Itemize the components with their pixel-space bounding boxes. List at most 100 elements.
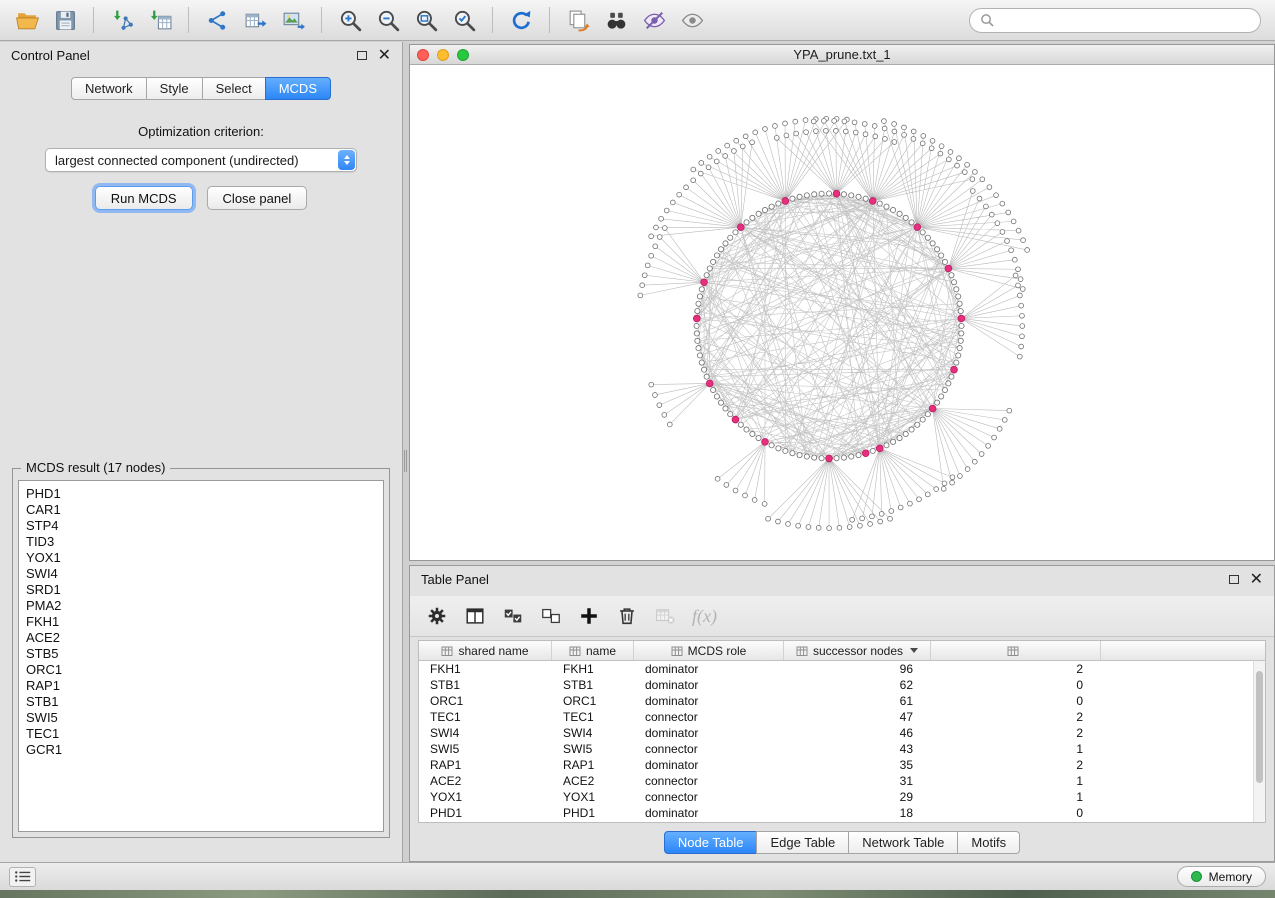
tab-motifs[interactable]: Motifs — [957, 831, 1020, 854]
table-row[interactable]: ORC1ORC1dominator610 — [419, 693, 1253, 709]
table-row[interactable]: YOX1YOX1connector291 — [419, 789, 1253, 805]
open-file-button[interactable] — [10, 5, 44, 35]
float-panel-icon[interactable] — [357, 51, 367, 60]
mcds-result-item[interactable]: SWI4 — [26, 566, 383, 582]
network-canvas[interactable] — [410, 65, 1274, 560]
mcds-result-list[interactable]: PHD1CAR1STP4TID3YOX1SWI4SRD1PMA2FKH1ACE2… — [18, 480, 384, 832]
mcds-result-item[interactable]: CAR1 — [26, 502, 383, 518]
float-table-panel-icon[interactable] — [1229, 575, 1239, 584]
table-toolbar: f(x) — [410, 596, 1274, 637]
table-row[interactable]: FKH1FKH1dominator962 — [419, 661, 1253, 677]
delete-column-icon[interactable] — [616, 605, 638, 627]
search-input[interactable] — [1000, 13, 1250, 27]
tab-edge-table[interactable]: Edge Table — [756, 831, 849, 854]
tab-style[interactable]: Style — [146, 77, 203, 100]
mcds-result-item[interactable]: SWI5 — [26, 710, 383, 726]
table-cell: YOX1 — [552, 789, 634, 805]
mcds-result-item[interactable]: TID3 — [26, 534, 383, 550]
mcds-result-item[interactable]: STB1 — [26, 694, 383, 710]
mcds-result-item[interactable]: YOX1 — [26, 550, 383, 566]
table-scrollbar[interactable] — [1253, 661, 1265, 822]
memory-status-icon — [1191, 871, 1202, 882]
export-network-button[interactable] — [200, 5, 234, 35]
show-all-button[interactable] — [675, 5, 709, 35]
status-menu-button[interactable] — [9, 867, 36, 887]
table-row[interactable]: SWI4SWI4dominator462 — [419, 725, 1253, 741]
toolbar-separator — [492, 7, 493, 33]
close-table-panel-icon[interactable]: ✕ — [1250, 572, 1263, 588]
memory-button[interactable]: Memory — [1177, 866, 1266, 887]
tab-network-table[interactable]: Network Table — [848, 831, 958, 854]
table-cell: connector — [634, 709, 784, 725]
mcds-result-item[interactable]: STP4 — [26, 518, 383, 534]
table-cell: TEC1 — [552, 709, 634, 725]
close-panel-icon[interactable]: ✕ — [378, 48, 391, 64]
tab-network[interactable]: Network — [71, 77, 147, 100]
find-button[interactable] — [599, 5, 633, 35]
refresh-view-button[interactable] — [504, 5, 538, 35]
table-scrollbar-thumb[interactable] — [1256, 671, 1263, 783]
table-cell: 18 — [784, 805, 931, 821]
table-row[interactable]: SWI5SWI5connector431 — [419, 741, 1253, 757]
select-all-rows-icon[interactable] — [502, 605, 524, 627]
mcds-result-item[interactable]: PMA2 — [26, 598, 383, 614]
hide-selected-button[interactable] — [637, 5, 671, 35]
show-columns-icon[interactable] — [464, 605, 486, 627]
mcds-result-item[interactable]: ACE2 — [26, 630, 383, 646]
table-cell: PHD1 — [552, 805, 634, 821]
mcds-result-item[interactable]: ORC1 — [26, 662, 383, 678]
table-cell: connector — [634, 773, 784, 789]
import-network-button[interactable] — [105, 5, 139, 35]
mcds-result-item[interactable]: FKH1 — [26, 614, 383, 630]
mcds-result-title: MCDS result (17 nodes) — [21, 460, 170, 475]
mcds-result-item[interactable]: RAP1 — [26, 678, 383, 694]
window-zoom-icon[interactable] — [457, 49, 469, 61]
list-menu-icon — [14, 870, 32, 883]
export-image-button[interactable] — [276, 5, 310, 35]
search-box[interactable] — [969, 8, 1261, 33]
mcds-result-item[interactable]: TEC1 — [26, 726, 383, 742]
mcds-result-item[interactable]: PHD1 — [26, 486, 383, 502]
table-row[interactable]: STB1STB1dominator620 — [419, 677, 1253, 693]
run-mcds-button[interactable]: Run MCDS — [95, 186, 193, 210]
mcds-result-item[interactable]: SRD1 — [26, 582, 383, 598]
network-view-window: YPA_prune.txt_1 — [409, 44, 1275, 561]
column-grid-icon — [671, 645, 683, 657]
table-cell: 0 — [931, 693, 1101, 709]
table-cell: SWI4 — [419, 725, 552, 741]
table-row[interactable]: ACE2ACE2connector311 — [419, 773, 1253, 789]
tab-select[interactable]: Select — [202, 77, 266, 100]
table-row[interactable]: PHD1PHD1dominator180 — [419, 805, 1253, 821]
window-close-icon[interactable] — [417, 49, 429, 61]
window-minimize-icon[interactable] — [437, 49, 449, 61]
column-header-name[interactable]: name — [552, 641, 634, 660]
table-row[interactable]: RAP1RAP1dominator352 — [419, 757, 1253, 773]
table-cell: ACE2 — [419, 773, 552, 789]
add-column-icon[interactable] — [578, 605, 600, 627]
export-table-button[interactable] — [238, 5, 272, 35]
deselect-all-rows-icon[interactable] — [540, 605, 562, 627]
mcds-result-item[interactable]: GCR1 — [26, 742, 383, 758]
zoom-fit-button[interactable] — [409, 5, 443, 35]
table-settings-gear-icon[interactable] — [426, 605, 448, 627]
zoom-out-button[interactable] — [371, 5, 405, 35]
network-window-titlebar[interactable]: YPA_prune.txt_1 — [410, 45, 1274, 65]
mcds-result-item[interactable]: STB5 — [26, 646, 383, 662]
criterion-select[interactable]: largest connected component (undirected) — [45, 148, 357, 172]
table-cell: STB1 — [552, 677, 634, 693]
column-header-shared-name[interactable]: shared name — [419, 641, 552, 660]
table-row[interactable]: TEC1TEC1connector472 — [419, 709, 1253, 725]
column-header-successor-nodes[interactable]: successor nodes — [784, 641, 931, 660]
tab-node-table[interactable]: Node Table — [664, 831, 758, 854]
save-session-button[interactable] — [48, 5, 82, 35]
zoom-selected-button[interactable] — [447, 5, 481, 35]
column-header-predecessor-nodes[interactable] — [931, 641, 1101, 660]
tab-mcds[interactable]: MCDS — [265, 77, 331, 100]
table-cell: dominator — [634, 677, 784, 693]
table-panel-header: Table Panel ✕ — [410, 566, 1274, 593]
close-panel-button[interactable]: Close panel — [207, 186, 308, 210]
zoom-in-button[interactable] — [333, 5, 367, 35]
import-table-button[interactable] — [143, 5, 177, 35]
clone-network-button[interactable] — [561, 5, 595, 35]
column-header-mcds-role[interactable]: MCDS role — [634, 641, 784, 660]
